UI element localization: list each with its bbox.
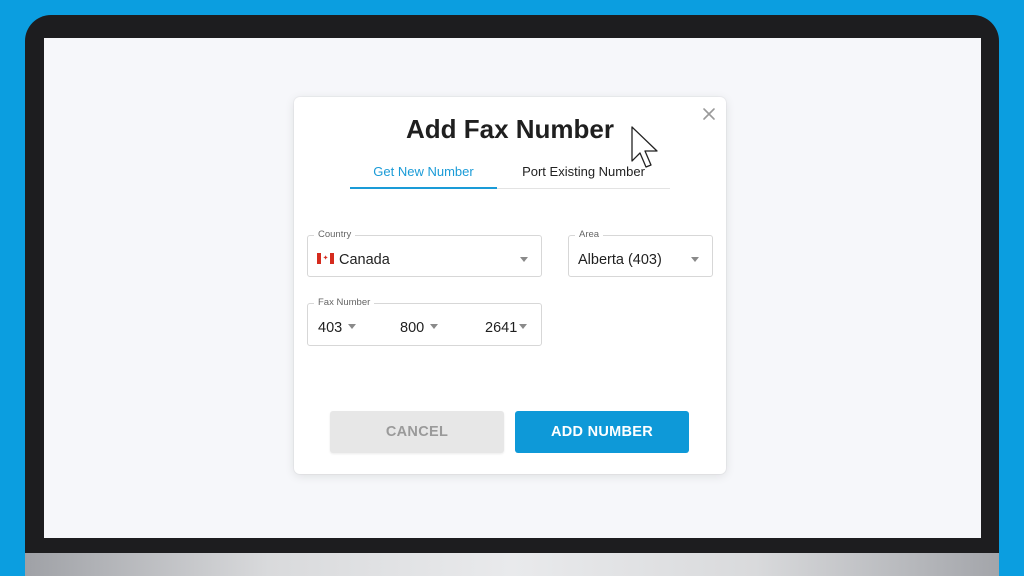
cancel-button[interactable]: CANCEL [330, 411, 504, 453]
country-select[interactable]: Country ✦ Canada [307, 229, 542, 277]
chevron-down-icon [691, 257, 699, 262]
area-select[interactable]: Area Alberta (403) [568, 229, 713, 277]
fax-prefix-value: 800 [400, 320, 425, 336]
fax-line-value: 2641 [485, 320, 518, 336]
mouse-pointer-icon [631, 126, 658, 168]
chevron-down-icon [348, 324, 356, 329]
add-fax-number-dialog: Add Fax Number Get New Number Port Exist… [294, 97, 726, 474]
chevron-down-icon [430, 324, 438, 329]
area-value: Alberta (403) [578, 252, 662, 268]
chevron-down-icon [519, 324, 527, 329]
canada-flag-icon: ✦ [317, 253, 334, 264]
chevron-down-icon [520, 257, 528, 262]
fax-area-code-value: 403 [318, 320, 343, 336]
fax-number-field: Fax Number 403 800 2641 [307, 297, 542, 346]
tab-get-new-number[interactable]: Get New Number [350, 163, 497, 189]
dialog-title: Add Fax Number [405, 114, 615, 144]
country-value: Canada [339, 252, 390, 268]
country-label: Country [314, 229, 356, 241]
screen: Add Fax Number Get New Number Port Exist… [44, 38, 981, 538]
area-label: Area [575, 229, 604, 241]
tab-bar: Get New Number Port Existing Number [350, 163, 670, 189]
fax-number-label: Fax Number [314, 297, 375, 309]
add-number-button[interactable]: ADD NUMBER [515, 411, 689, 453]
laptop-base [25, 553, 999, 576]
